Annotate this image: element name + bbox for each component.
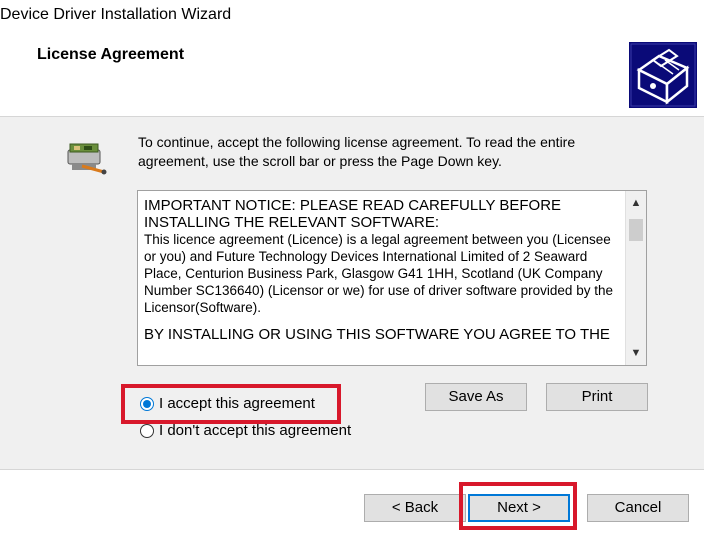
back-button[interactable]: < Back (364, 494, 466, 522)
scroll-up-icon[interactable]: ▲ (626, 194, 646, 212)
next-button[interactable]: Next > (468, 494, 570, 522)
decline-radio-button[interactable] (140, 423, 154, 438)
license-last-line: BY INSTALLING OR USING THIS SOFTWARE YOU… (144, 326, 610, 343)
scroll-thumb[interactable] (629, 219, 643, 241)
save-as-button[interactable]: Save As (425, 383, 527, 411)
accept-radio-label[interactable]: I accept this agreement (159, 395, 315, 412)
accept-radio-button[interactable] (140, 396, 154, 411)
window-title: Device Driver Installation Wizard (0, 6, 232, 23)
license-text-box[interactable]: IMPORTANT NOTICE: PLEASE READ CAREFULLY … (137, 190, 647, 366)
instructions-text: To continue, accept the following licens… (138, 134, 576, 169)
installer-box-icon (629, 42, 697, 108)
accept-radio-option[interactable]: I accept this agreement (140, 395, 315, 412)
decline-radio-label[interactable]: I don't accept this agreement (159, 422, 351, 439)
license-text: IMPORTANT NOTICE: PLEASE READ CAREFULLY … (144, 197, 624, 343)
license-agreement-icon (67, 143, 107, 175)
decline-radio-option[interactable]: I don't accept this agreement (140, 422, 351, 439)
license-scrollbar[interactable]: ▲ ▼ (625, 191, 646, 365)
scroll-down-icon[interactable]: ▼ (626, 344, 646, 362)
print-button[interactable]: Print (546, 383, 648, 411)
page-title: License Agreement (37, 46, 185, 63)
cancel-button[interactable]: Cancel (587, 494, 689, 522)
license-heading: IMPORTANT NOTICE: PLEASE READ CAREFULLY … (144, 197, 562, 231)
license-body: This licence agreement (Licence) is a le… (144, 232, 613, 315)
